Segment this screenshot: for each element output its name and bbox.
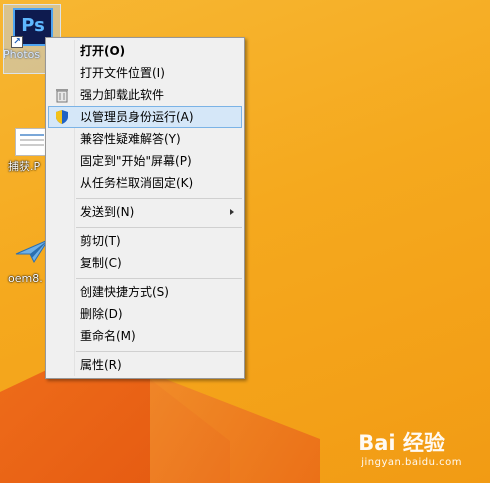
menu-item-label: 创建快捷方式(S) [80,285,169,299]
context-menu: 打开(O) 打开文件位置(I) 强力卸载此软件 以管理员身份运行(A) 兼容性疑… [45,37,245,379]
menu-item-label: 打开文件位置(I) [80,66,165,80]
watermark-title: Bai 经验 [358,431,445,455]
uac-shield-icon [56,110,68,124]
menu-item-send-to[interactable]: 发送到(N) [48,201,242,223]
menu-item-label: 以管理员身份运行(A) [80,110,194,124]
menu-item-label: 打开(O) [80,44,126,58]
menu-item-label: 兼容性疑难解答(Y) [80,132,181,146]
menu-separator [76,278,242,279]
menu-item-copy[interactable]: 复制(C) [48,252,242,274]
shortcut-arrow-icon: ↗ [11,36,23,48]
menu-item-pin-to-start[interactable]: 固定到"开始"屏幕(P) [48,150,242,172]
menu-item-label: 从任务栏取消固定(K) [80,176,194,190]
trash-icon [56,89,68,103]
menu-item-force-uninstall[interactable]: 强力卸载此软件 [48,84,242,106]
photoshop-glyph: Ps [21,15,45,36]
menu-item-label: 强力卸载此软件 [80,88,165,102]
menu-item-create-shortcut[interactable]: 创建快捷方式(S) [48,281,242,303]
menu-item-label: 复制(C) [80,256,122,270]
menu-separator [76,351,242,352]
menu-item-label: 固定到"开始"屏幕(P) [80,154,192,168]
watermark-url: jingyan.baidu.com [361,457,462,468]
menu-item-properties[interactable]: 属性(R) [48,354,242,376]
menu-item-rename[interactable]: 重命名(M) [48,325,242,347]
baidu-jingyan-watermark: Bai 经验 jingyan.baidu.com [358,427,462,468]
menu-separator [76,198,242,199]
menu-item-label: 重命名(M) [80,329,136,343]
menu-item-delete[interactable]: 删除(D) [48,303,242,325]
menu-item-label: 删除(D) [80,307,123,321]
menu-item-cut[interactable]: 剪切(T) [48,230,242,252]
submenu-arrow-icon [230,209,234,215]
menu-item-open-file-location[interactable]: 打开文件位置(I) [48,62,242,84]
menu-item-label: 剪切(T) [80,234,121,248]
menu-item-label: 发送到(N) [80,205,135,219]
document-thumbnail-icon [15,128,49,156]
wallpaper-shape [150,373,320,483]
menu-item-unpin-taskbar[interactable]: 从任务栏取消固定(K) [48,172,242,194]
menu-separator [76,227,242,228]
menu-item-compat-troubleshoot[interactable]: 兼容性疑难解答(Y) [48,128,242,150]
menu-item-label: 属性(R) [80,358,122,372]
menu-item-run-as-admin[interactable]: 以管理员身份运行(A) [48,106,242,128]
menu-item-open[interactable]: 打开(O) [48,40,242,62]
